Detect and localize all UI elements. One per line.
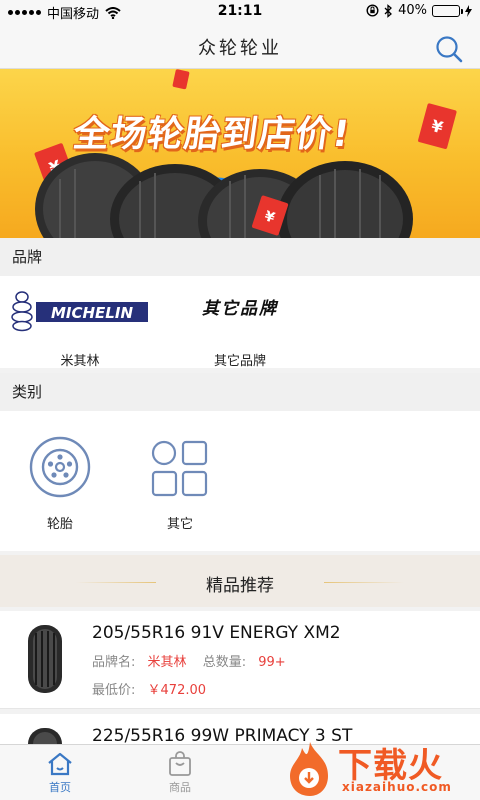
app-header: 众轮轮业 — [0, 22, 480, 69]
product-price-row: 最低价: ￥472.00 — [92, 679, 206, 698]
qty-value: 99+ — [258, 655, 286, 670]
recommend-title: 精品推荐 — [206, 576, 274, 596]
categories-section: 轮胎 其它 — [0, 411, 480, 551]
qty-field-label: 总数量: — [202, 655, 247, 670]
tab-label: 首页 — [49, 781, 71, 794]
red-tag-icon — [172, 69, 190, 90]
battery-icon — [432, 4, 463, 17]
category-other[interactable]: 其它 — [130, 411, 230, 541]
brand-michelin[interactable]: MICHELIN 米其林 — [0, 286, 160, 369]
bluetooth-icon — [384, 3, 393, 18]
category-label: 其它 — [166, 517, 193, 532]
other-brand-logo: 其它品牌 — [202, 299, 278, 319]
tab-goods[interactable]: 商品 — [120, 745, 240, 800]
categories-section-title: 类别 — [0, 373, 480, 411]
tab-label: 商品 — [169, 781, 191, 794]
brands-section-title: 品牌 — [0, 238, 480, 276]
brand-label: 米其林 — [60, 354, 100, 369]
flame-logo-icon — [290, 742, 328, 796]
status-bar: 中国移动 21:11 40% — [0, 0, 480, 22]
tire-icon — [29, 436, 91, 498]
product-item[interactable]: 205/55R16 91V ENERGY XM2 品牌名: 米其林 总数量: 9… — [0, 611, 480, 709]
battery-percent: 40% — [398, 3, 427, 18]
watermark-url: xiazaihuo.com — [342, 780, 452, 794]
brands-section: MICHELIN 米其林 其它品牌 其它品牌 — [0, 276, 480, 369]
tire-product-image — [28, 625, 62, 693]
product-name: 205/55R16 91V ENERGY XM2 — [92, 623, 341, 643]
home-icon — [48, 752, 72, 776]
red-tag-icon: ¥ — [418, 103, 457, 149]
watermark: 下载火 xiazaihuo.com — [284, 736, 480, 800]
price-field-label: 最低价: — [92, 683, 136, 698]
brand-field-label: 品牌名: — [92, 655, 136, 670]
brand-label: 其它品牌 — [213, 354, 266, 369]
promo-banner[interactable]: ¥ ¥ ¥ 全场轮胎到店价! — [0, 69, 480, 238]
category-label: 轮胎 — [46, 517, 73, 532]
brand-value: 米其林 — [147, 655, 187, 670]
price-value: ￥472.00 — [147, 683, 207, 698]
category-tire[interactable]: 轮胎 — [10, 411, 110, 541]
divider — [324, 582, 404, 583]
page-title: 众轮轮业 — [198, 38, 282, 59]
michelin-logo-text: MICHELIN — [51, 304, 133, 322]
recommend-header: 精品推荐 — [0, 555, 480, 607]
tire-image — [35, 153, 413, 238]
search-icon[interactable] — [434, 34, 464, 64]
tab-home[interactable]: 首页 — [0, 745, 120, 800]
orientation-lock-icon — [366, 4, 379, 17]
product-meta: 品牌名: 米其林 总数量: 99+ — [92, 651, 286, 670]
bag-icon — [169, 751, 191, 776]
michelin-logo: MICHELIN — [11, 291, 148, 332]
grid-icon — [151, 440, 208, 497]
brand-other[interactable]: 其它品牌 其它品牌 — [160, 286, 320, 369]
charging-icon — [465, 4, 472, 17]
banner-headline: 全场轮胎到店价! — [70, 114, 353, 155]
